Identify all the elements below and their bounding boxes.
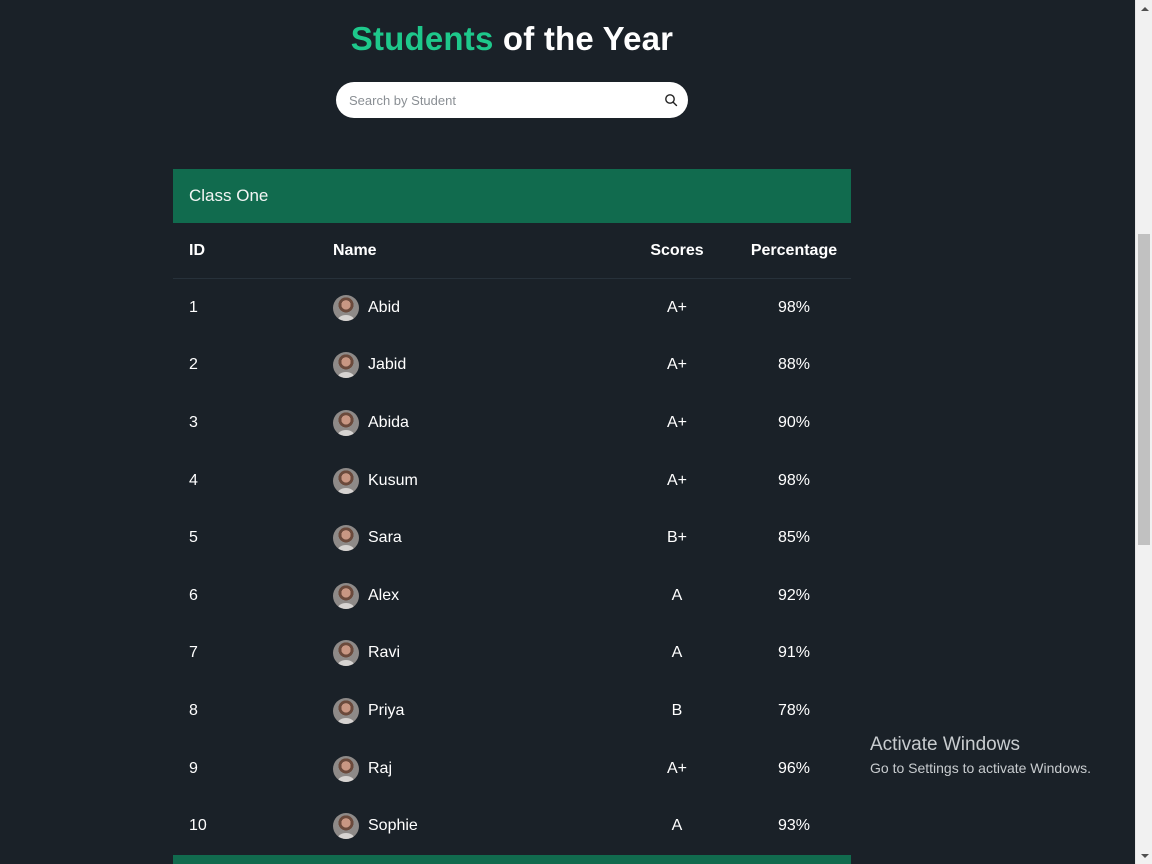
avatar bbox=[333, 813, 359, 840]
cell-percentage: 92% bbox=[777, 586, 811, 604]
avatar bbox=[333, 755, 359, 782]
cell-percentage: 90% bbox=[777, 413, 811, 431]
student-name: Abida bbox=[368, 413, 409, 431]
table-row: 3 Abida A+ 90% bbox=[173, 394, 851, 452]
avatar bbox=[333, 409, 359, 436]
cell-name: Kusum bbox=[317, 467, 617, 494]
cell-percentage: 78% bbox=[777, 701, 811, 719]
students-table: Class One ID Name Scores Percentage 1 Abi… bbox=[173, 169, 851, 855]
student-name: Alex bbox=[368, 586, 400, 604]
cell-percentage: 98% bbox=[777, 471, 811, 489]
scroll-down-arrow[interactable] bbox=[1136, 847, 1152, 864]
search-box bbox=[336, 82, 688, 118]
cell-id: 9 bbox=[189, 759, 198, 777]
student-name: Raj bbox=[368, 759, 393, 777]
cell-percentage: 85% bbox=[777, 529, 811, 547]
search-icon[interactable] bbox=[664, 93, 678, 107]
cell-name: Jabid bbox=[317, 352, 617, 379]
avatar bbox=[333, 352, 359, 379]
cell-name: Sara bbox=[317, 525, 617, 552]
cell-score: A+ bbox=[666, 298, 687, 316]
student-name: Priya bbox=[368, 701, 405, 719]
cell-score: A bbox=[671, 817, 683, 835]
table-row: 10 Sophie A 93% bbox=[173, 797, 851, 855]
cell-name: Alex bbox=[317, 582, 617, 609]
chevron-down-icon bbox=[1140, 853, 1149, 858]
cell-id: 7 bbox=[189, 644, 198, 662]
cell-percentage: 91% bbox=[777, 644, 811, 662]
cell-id: 2 bbox=[189, 356, 198, 374]
page-title: Students of the Year bbox=[0, 20, 1024, 58]
cell-name: Abid bbox=[317, 294, 617, 321]
cell-score: B+ bbox=[666, 529, 687, 547]
student-name: Sara bbox=[368, 529, 402, 547]
class-header: Class One bbox=[173, 169, 851, 223]
student-name: Abid bbox=[368, 298, 401, 316]
student-name: Jabid bbox=[368, 356, 407, 374]
cell-percentage: 88% bbox=[777, 356, 811, 374]
table-row: 6 Alex A 92% bbox=[173, 567, 851, 625]
cell-id: 8 bbox=[189, 701, 198, 719]
avatar bbox=[333, 697, 359, 724]
cell-id: 6 bbox=[189, 586, 198, 604]
watermark-title: Activate Windows bbox=[870, 734, 1020, 755]
cell-percentage: 96% bbox=[777, 759, 811, 777]
cell-score: A bbox=[671, 644, 683, 662]
column-header-scores: Scores bbox=[650, 241, 704, 259]
cell-name: Priya bbox=[317, 697, 617, 724]
table-row: 8 Priya B 78% bbox=[173, 682, 851, 740]
avatar bbox=[333, 467, 359, 494]
cell-score: A bbox=[671, 586, 683, 604]
avatar bbox=[333, 525, 359, 552]
cell-name: Ravi bbox=[317, 640, 617, 667]
scroll-up-arrow[interactable] bbox=[1136, 0, 1152, 17]
cell-name: Raj bbox=[317, 755, 617, 782]
cell-id: 10 bbox=[189, 817, 207, 835]
student-name: Kusum bbox=[368, 471, 418, 489]
cell-score: A+ bbox=[666, 759, 687, 777]
scroll-thumb[interactable] bbox=[1138, 234, 1150, 545]
column-header-name: Name bbox=[333, 241, 377, 259]
table-row: 7 Ravi A 91% bbox=[173, 625, 851, 683]
cell-id: 3 bbox=[189, 413, 198, 431]
class-name: Class One bbox=[189, 186, 269, 205]
table-row: 1 Abid A+ 98% bbox=[173, 279, 851, 337]
table-row: 4 Kusum A+ 98% bbox=[173, 452, 851, 510]
table-row: 5 Sara B+ 85% bbox=[173, 509, 851, 567]
vertical-scrollbar[interactable] bbox=[1135, 0, 1152, 864]
search-input[interactable] bbox=[349, 92, 664, 108]
cell-name: Abida bbox=[317, 409, 617, 436]
table-header-row: ID Name Scores Percentage bbox=[173, 223, 851, 279]
avatar bbox=[333, 582, 359, 609]
avatar bbox=[333, 640, 359, 667]
table-body: 1 Abid A+ 98% 2 Jabid A+ 88% 3 Abida A+ 90% 4 Kusum A+… bbox=[173, 279, 851, 855]
student-name: Sophie bbox=[368, 817, 418, 835]
watermark-subtitle: Go to Settings to activate Windows. bbox=[870, 760, 1091, 776]
column-header-id: ID bbox=[189, 241, 205, 259]
table-row: 9 Raj A+ 96% bbox=[173, 740, 851, 798]
cell-score: A+ bbox=[666, 471, 687, 489]
cell-score: A+ bbox=[666, 356, 687, 374]
page: Students of the Year Class One ID Name S… bbox=[0, 0, 1135, 864]
next-class-header bbox=[173, 855, 851, 864]
avatar bbox=[333, 294, 359, 321]
student-name: Ravi bbox=[368, 644, 401, 662]
chevron-up-icon bbox=[1140, 6, 1149, 11]
page-title-accent: Students bbox=[350, 20, 494, 57]
cell-score: B bbox=[671, 701, 683, 719]
cell-percentage: 98% bbox=[777, 298, 811, 316]
cell-id: 5 bbox=[189, 529, 198, 547]
cell-percentage: 93% bbox=[777, 817, 811, 835]
page-title-rest: of the Year bbox=[493, 20, 674, 57]
cell-id: 4 bbox=[189, 471, 198, 489]
windows-activation-watermark: Activate Windows Go to Settings to activ… bbox=[870, 734, 1091, 776]
column-header-percentage: Percentage bbox=[750, 241, 838, 259]
cell-name: Sophie bbox=[317, 813, 617, 840]
cell-score: A+ bbox=[666, 413, 687, 431]
cell-id: 1 bbox=[189, 298, 198, 316]
table-row: 2 Jabid A+ 88% bbox=[173, 337, 851, 395]
